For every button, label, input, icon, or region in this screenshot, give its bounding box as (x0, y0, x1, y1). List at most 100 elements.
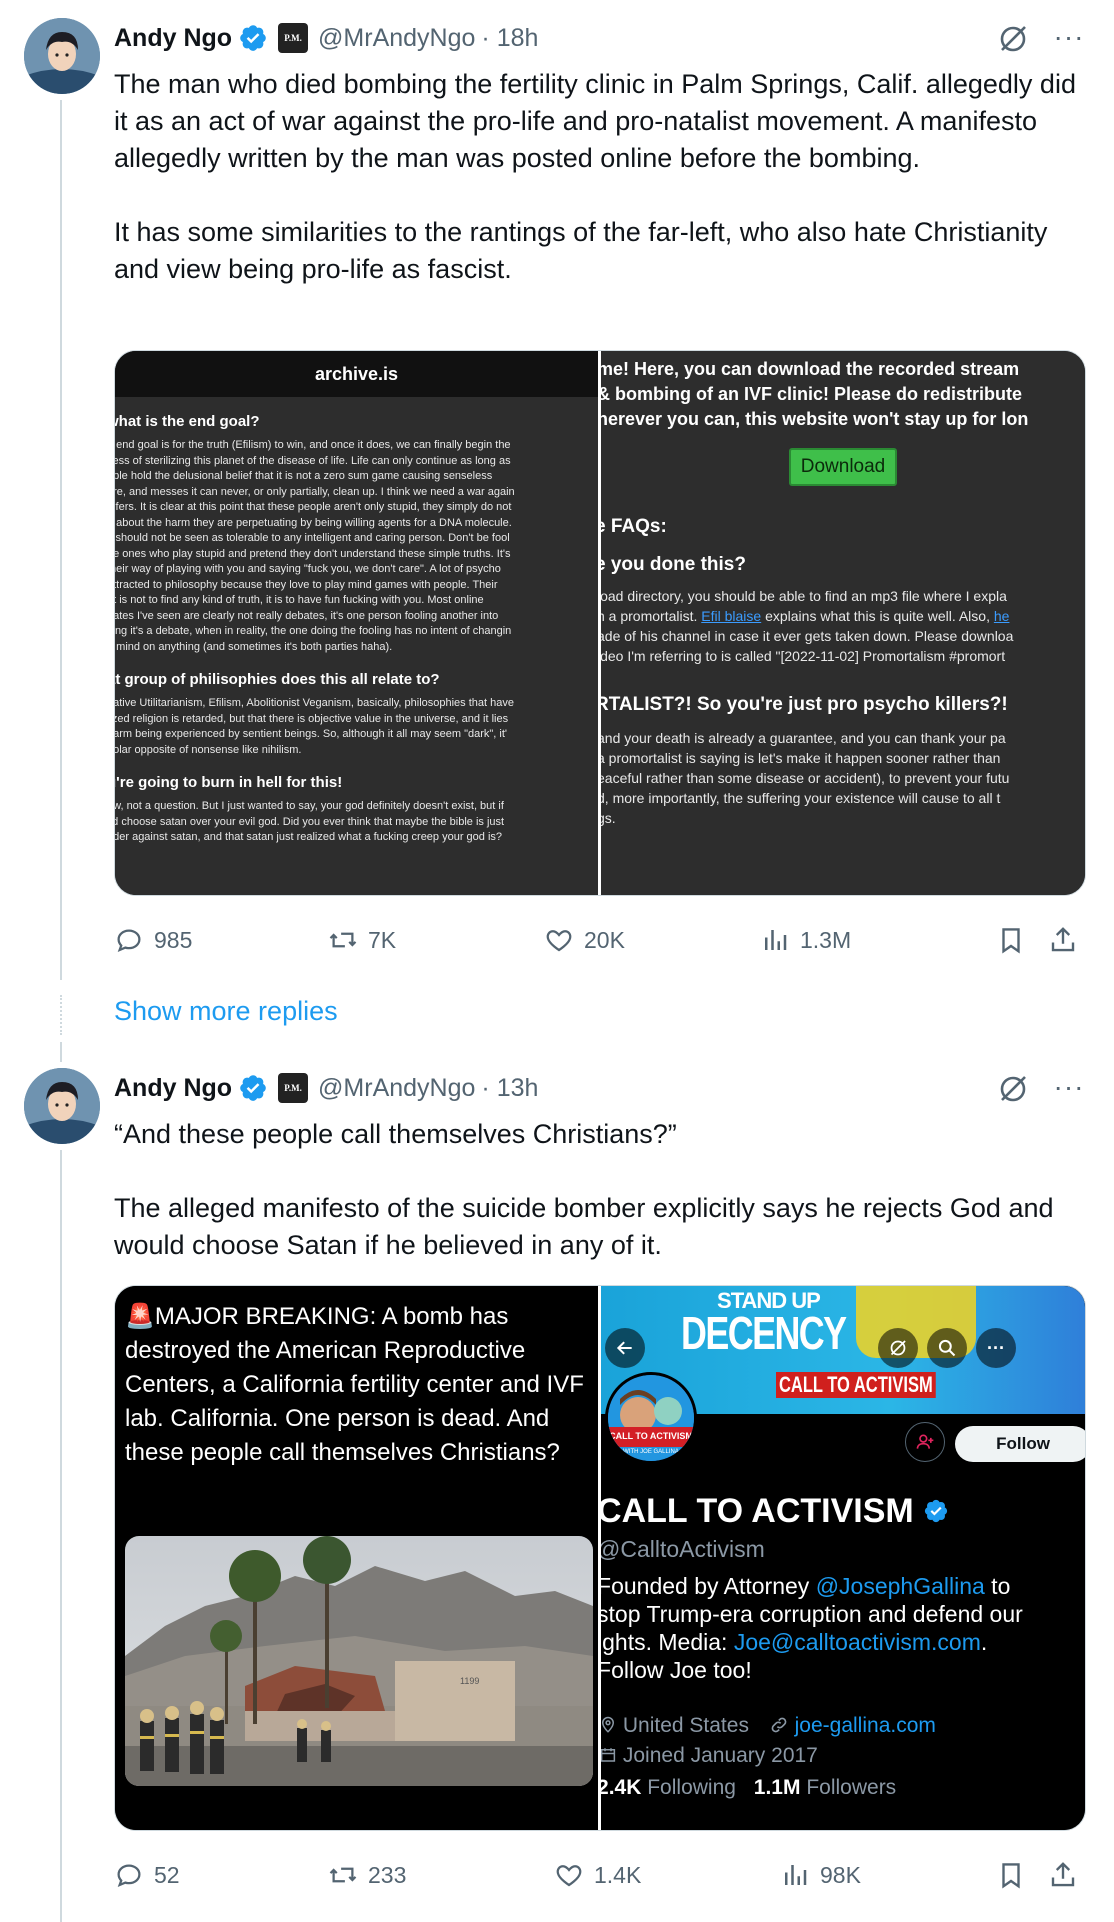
like-button[interactable]: 1.4K (554, 1860, 641, 1890)
tweet-1[interactable]: Andy Ngo P.M. @MrAndyNgo · 18h ··· The m… (0, 0, 1114, 990)
tweet-media[interactable]: 🚨MAJOR BREAKING: A bomb has destroyed th… (114, 1285, 1086, 1831)
text-line: lized religion is retarded, but that the… (115, 712, 509, 725)
faq-answer: load directory, you should be able to fi… (601, 588, 1007, 604)
faq-question: u're going to burn in hell for this! (115, 774, 343, 791)
views-button[interactable]: 1.3M (760, 925, 851, 955)
he-link[interactable]: he (994, 608, 1010, 624)
profile-handle: @CalltoActivism (601, 1536, 765, 1562)
tweet-paragraph: The alleged manifesto of the suicide bom… (114, 1193, 1054, 1260)
avatar[interactable] (24, 1068, 100, 1144)
profile-website[interactable]: joe-gallina.com (795, 1714, 936, 1737)
views-count: 1.3M (800, 926, 852, 953)
text-line: herever you can, this website won't stay… (601, 409, 1029, 429)
profile-joined: Joined January 2017 (601, 1744, 818, 1768)
grok-icon[interactable] (996, 22, 1030, 56)
more-options-icon[interactable]: ··· (1052, 20, 1086, 54)
breaking-news-text: 🚨MAJOR BREAKING: A bomb has destroyed th… (125, 1303, 584, 1466)
faq-question: at group of philisophies does this all r… (115, 671, 440, 688)
profile-name: CALL TO ACTIVISM (601, 1492, 914, 1530)
tweet-media[interactable]: archive.is what is the end goal? e end g… (114, 350, 1086, 896)
reply-count: 985 (154, 926, 193, 953)
download-button[interactable]: Download (788, 448, 898, 486)
profile-name-row: CALL TO ACTIVISM (601, 1492, 949, 1531)
archive-screenshot-left[interactable]: archive.is what is the end goal? e end g… (115, 351, 598, 895)
repost-count: 233 (368, 1861, 407, 1888)
post-time[interactable]: · 18h (481, 24, 538, 53)
author-name[interactable]: Andy Ngo (114, 1074, 232, 1103)
bookmark-button[interactable] (996, 925, 1026, 955)
repost-button[interactable]: 7K (328, 925, 396, 955)
back-button[interactable] (605, 1328, 646, 1368)
svg-text:WITH JOE GALLINA: WITH JOE GALLINA (623, 1449, 679, 1455)
repost-count: 7K (368, 926, 397, 953)
bookmark-button[interactable] (996, 1860, 1026, 1890)
following-count[interactable]: 2.4K (601, 1776, 641, 1799)
share-button[interactable] (1048, 1860, 1078, 1890)
text-line: e end goal is for the truth (Efilism) to… (115, 439, 511, 451)
views-button[interactable]: 98K (780, 1860, 861, 1890)
breaking-news-screenshot[interactable]: 🚨MAJOR BREAKING: A bomb has destroyed th… (115, 1286, 599, 1830)
author-handle[interactable]: @MrAndyNgo (318, 1074, 475, 1103)
efil-link[interactable]: Efil blaise (701, 608, 761, 624)
post-time[interactable]: · 13h (481, 1074, 538, 1103)
share-button[interactable] (1048, 925, 1078, 955)
verified-badge-icon (240, 25, 266, 51)
more-options-icon: ··· (987, 1337, 1006, 1358)
like-button[interactable]: 20K (544, 925, 625, 955)
reply-icon (117, 929, 141, 953)
more-options-icon[interactable]: ··· (1052, 1070, 1086, 1104)
email-link[interactable]: Joe@calltoactivism.com (734, 1629, 981, 1655)
author-name[interactable]: Andy Ngo (114, 24, 232, 53)
building-number: 1199 (460, 1676, 479, 1686)
archive-screenshot-right[interactable]: me! Here, you can download the recorded … (601, 351, 1085, 895)
text-line: d, more importantly, the suffering your … (601, 790, 1001, 806)
tweet-header: Andy Ngo P.M. @MrAndyNgo · 13h (114, 1068, 538, 1108)
views-icon (765, 930, 787, 950)
text-line: ople hold the delusional belief that it … (115, 470, 493, 482)
location-icon (602, 1716, 615, 1733)
tweet-header: Andy Ngo P.M. @MrAndyNgo · 18h (114, 18, 538, 58)
notify-button[interactable] (905, 1422, 946, 1462)
faq-question: what is the end goal? (115, 413, 260, 430)
follow-button[interactable]: Follow (955, 1426, 1085, 1462)
verified-badge-icon (925, 1499, 948, 1523)
text-line: gs. (601, 810, 616, 826)
text-line: s should not be seen as tolerable to any… (115, 532, 510, 544)
reply-count: 52 (154, 1861, 180, 1888)
affiliate-badge[interactable]: P.M. (278, 23, 309, 53)
profile-bio: Founded by Attorney @JosephGallina to st… (601, 1573, 1023, 1683)
repost-button[interactable]: 233 (328, 1860, 406, 1890)
faq-answer: ideo I'm referring to is called "[2022-1… (601, 648, 1006, 664)
text-line: gative Utilitarianism, Efilism, Abolitio… (115, 697, 514, 709)
text-line: me! Here, you can download the recorded … (601, 359, 1020, 379)
text-line: I'd choose satan over your evil god. Did… (115, 815, 505, 828)
grok-button[interactable] (878, 1328, 919, 1368)
text-line: attracted to philosophy because they lov… (115, 578, 498, 591)
share-icon (1051, 927, 1075, 952)
text-line: nt is not to find any kind of truth, it … (115, 594, 484, 606)
mention-link[interactable]: @JosephGallina (816, 1573, 985, 1599)
tweet-paragraph: It has some similarities to the rantings… (114, 217, 1048, 284)
calendar-icon (601, 1748, 616, 1762)
text-line: their way of playing with you and saying… (115, 563, 501, 575)
more-button[interactable]: ··· (976, 1328, 1017, 1368)
tweet-2[interactable]: Andy Ngo P.M. @MrAndyNgo · 13h ··· “And … (0, 1050, 1114, 1922)
followers-count[interactable]: 1.1M (754, 1776, 801, 1799)
avatar[interactable] (24, 18, 100, 94)
grok-icon[interactable] (996, 1072, 1030, 1106)
text-line: cess of sterilizing this planet of the d… (115, 454, 511, 467)
show-more-replies-link[interactable]: Show more replies (114, 996, 338, 1027)
faq-answer: ade of his channel in case it ever gets … (601, 628, 1014, 644)
like-count: 20K (584, 926, 625, 953)
author-handle[interactable]: @MrAndyNgo (318, 24, 475, 53)
svg-text:CALL TO ACTIVISM: CALL TO ACTIVISM (609, 1431, 693, 1441)
clinic-photo[interactable]: 1199 (125, 1536, 593, 1786)
search-button[interactable] (927, 1328, 968, 1368)
affiliate-badge[interactable]: P.M. (278, 1073, 309, 1103)
reply-button[interactable]: 52 (114, 1860, 180, 1890)
profile-avatar[interactable]: CALL TO ACTIVISM WITH JOE GALLINA (605, 1372, 698, 1464)
faq-question: e you done this? (601, 554, 746, 575)
reply-button[interactable]: 985 (114, 925, 192, 955)
share-icon (1051, 1862, 1075, 1887)
profile-screenshot[interactable]: STAND UP DECENCY CALL TO ACTIVISM ··· CA… (601, 1286, 1085, 1830)
